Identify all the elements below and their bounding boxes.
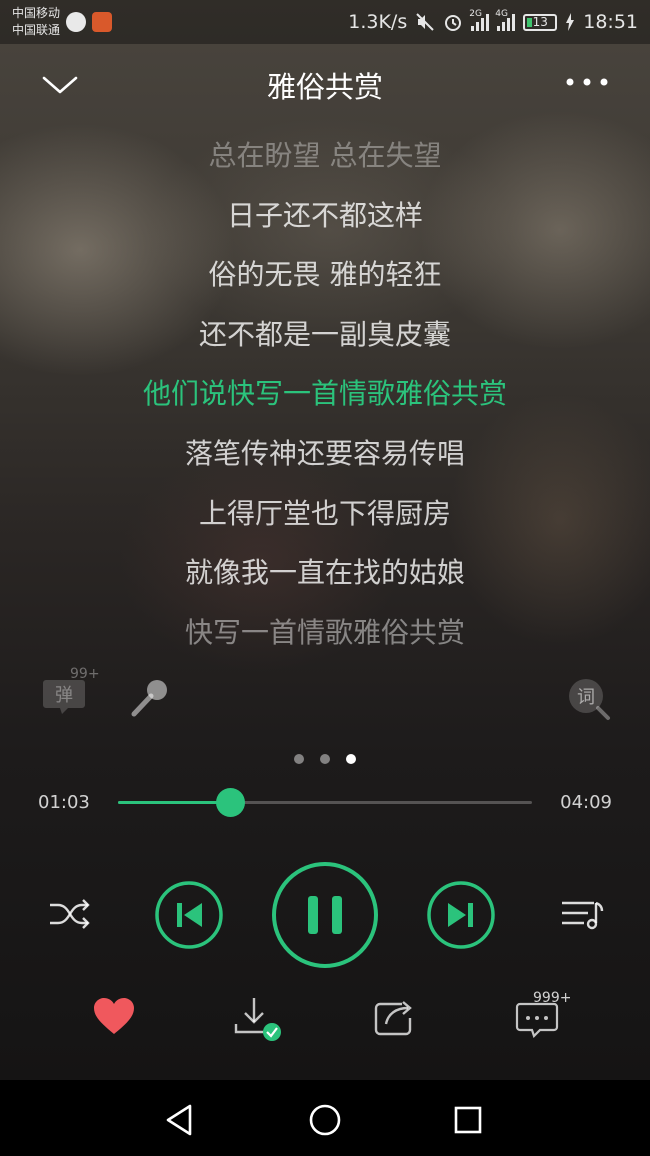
lyric-line: 日子还不都这样 [226, 198, 423, 232]
comment-count-badge: 999+ [533, 990, 572, 1006]
shuffle-icon[interactable] [46, 895, 92, 933]
like-heart-icon[interactable] [92, 996, 136, 1036]
seek-bar[interactable] [118, 788, 532, 817]
page-dot[interactable] [320, 754, 330, 764]
danmu-count-badge: 99+ [70, 666, 100, 682]
carrier-2: 中国联通 [12, 23, 61, 37]
lyric-line-current: 他们说快写一首情歌雅俗共赏 [142, 377, 507, 411]
seek-bar-fill [118, 801, 230, 804]
lyric-line: 还不都是一副臭皮囊 [198, 317, 451, 351]
danmu-button[interactable]: 弹 [42, 676, 86, 716]
lyric-line: 落笔传神还要容易传唱 [184, 436, 465, 470]
alarm-icon [445, 15, 462, 31]
microphone-icon[interactable] [128, 676, 172, 720]
page-dot-active[interactable] [346, 754, 356, 764]
previous-track-button[interactable] [154, 880, 224, 950]
net-4g-label: 4G [495, 9, 508, 19]
next-track-button[interactable] [426, 880, 496, 950]
lyric-line: 就像我一直在找的姑娘 [184, 556, 465, 590]
lyric-line: 快写一首情歌雅俗共赏 [184, 615, 465, 649]
carrier-info: 中国移动 中国联通 [12, 5, 60, 39]
status-bar: 中国移动 中国联通 1.3K/s 2G 4G 13 18:51 [0, 0, 650, 44]
download-icon[interactable] [232, 994, 284, 1042]
page-dot[interactable] [294, 754, 304, 764]
player-header: 雅俗共赏 [0, 44, 650, 124]
lyrics-panel[interactable]: 总在盼望 总在失望 日子还不都这样 俗的无畏 雅的轻狂 还不都是一副臭皮囊 他们… [0, 126, 650, 662]
app-notification-icon [92, 12, 113, 32]
back-triangle-icon[interactable] [160, 1100, 200, 1140]
lyrics-settings-button[interactable]: 词 [566, 676, 612, 722]
seek-bar-thumb[interactable] [215, 788, 245, 817]
battery-icon: 13 [523, 13, 558, 31]
ci-label: 词 [577, 687, 595, 708]
recent-apps-square-icon[interactable] [448, 1100, 488, 1140]
pause-button[interactable] [270, 860, 380, 970]
mute-icon [416, 13, 434, 31]
system-nav-bar [0, 1080, 650, 1156]
danmu-label: 弹 [55, 685, 73, 706]
home-circle-icon[interactable] [305, 1100, 345, 1140]
clock: 18:51 [583, 11, 638, 33]
lyric-line: 俗的无畏 雅的轻狂 [208, 258, 442, 292]
carrier-1: 中国移动 [12, 6, 61, 20]
network-speed: 1.3K/s [348, 11, 408, 33]
current-time: 01:03 [38, 792, 90, 813]
more-options-icon[interactable] [562, 72, 612, 92]
page-indicator [0, 754, 650, 764]
browser-notification-icon [66, 12, 87, 32]
song-title: 雅俗共赏 [266, 70, 383, 104]
lyric-line: 上得厅堂也下得厨房 [198, 496, 451, 530]
total-time: 04:09 [560, 792, 612, 813]
share-icon[interactable] [372, 996, 418, 1038]
battery-level: 13 [532, 14, 548, 29]
playlist-icon[interactable] [558, 895, 606, 933]
charging-icon [566, 13, 575, 31]
net-2g-label: 2G [469, 9, 482, 19]
lyric-line: 总在盼望 总在失望 [208, 139, 442, 172]
